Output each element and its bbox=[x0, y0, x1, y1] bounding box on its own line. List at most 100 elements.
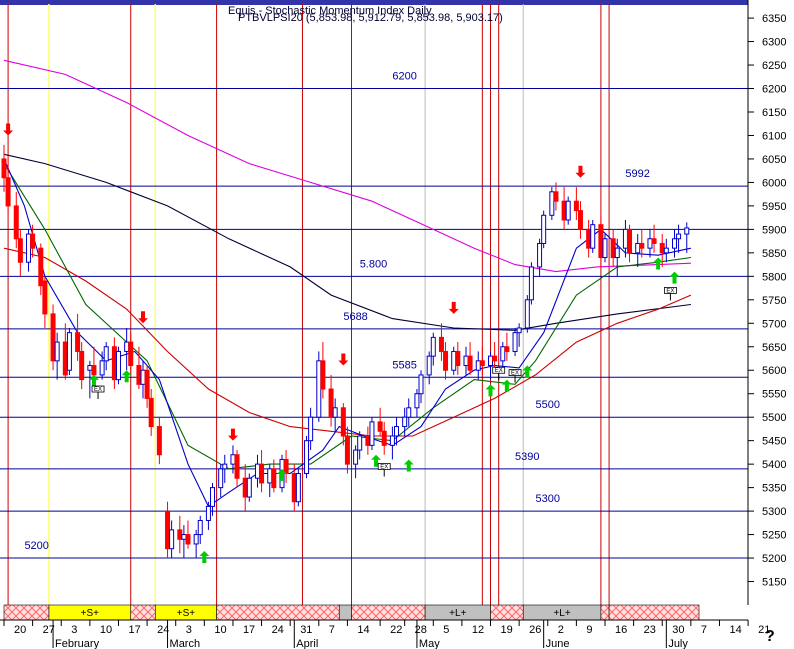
candle-body-94 bbox=[573, 200, 579, 212]
signal-bands: +S+ +S+ +L+ +L+ bbox=[3, 604, 700, 621]
candle-19 bbox=[115, 346, 121, 385]
candle-body-106 bbox=[647, 238, 653, 249]
candle-8 bbox=[50, 304, 56, 371]
month-label-1: March bbox=[170, 638, 201, 649]
signal-band-0 bbox=[3, 604, 50, 621]
candle-body-56 bbox=[340, 407, 346, 437]
candle-11 bbox=[66, 327, 72, 375]
level-label-0: 6200 bbox=[392, 71, 416, 83]
candle-body-76 bbox=[463, 355, 469, 367]
candle-50 bbox=[304, 435, 310, 479]
candle-93 bbox=[565, 196, 571, 225]
candle-90 bbox=[549, 187, 555, 220]
header-line2: PTBVLPSI20 (5,853.98, 5,912.79, 5,853.98… bbox=[238, 12, 503, 24]
candle-49 bbox=[295, 468, 301, 507]
x-tick-label-11: 7 bbox=[329, 624, 335, 636]
candle-86 bbox=[524, 295, 530, 333]
help-mark[interactable]: ? bbox=[765, 628, 775, 645]
candle-body-28 bbox=[169, 529, 175, 550]
level-label-1: 5992 bbox=[625, 168, 649, 180]
x-tick-label-23: 30 bbox=[672, 624, 684, 636]
x-tick-label-19: 2 bbox=[558, 624, 564, 636]
y-tick-label-14: 5850 bbox=[762, 248, 786, 260]
month-label-0: February bbox=[55, 638, 100, 649]
candle-body-77 bbox=[467, 355, 473, 371]
candle-body-100 bbox=[610, 238, 616, 259]
candle-body-84 bbox=[512, 332, 518, 352]
month-label-5: July bbox=[668, 638, 688, 649]
x-tick-label-21: 16 bbox=[615, 624, 627, 636]
candle-body-53 bbox=[320, 360, 326, 390]
candle-body-79 bbox=[479, 360, 485, 367]
candle-body-80 bbox=[488, 355, 494, 367]
candle-body-63 bbox=[381, 430, 387, 446]
candle-body-73 bbox=[443, 350, 449, 371]
candle-body-27 bbox=[165, 510, 171, 550]
x-tick-label-0: 20 bbox=[14, 624, 26, 636]
x-tick-label-12: 14 bbox=[357, 624, 369, 636]
candle-body-103 bbox=[627, 228, 633, 254]
candle-body-55 bbox=[332, 407, 338, 418]
x-tick-label-18: 26 bbox=[529, 624, 541, 636]
candle-body-91 bbox=[553, 191, 559, 202]
x-tick-label-13: 22 bbox=[390, 624, 402, 636]
candle-body-95 bbox=[577, 210, 583, 230]
x-tick-label-17: 19 bbox=[501, 624, 513, 636]
candle-body-57 bbox=[344, 435, 350, 465]
candle-body-85 bbox=[516, 327, 522, 334]
month-label-3: May bbox=[419, 638, 440, 649]
candle-body-86 bbox=[524, 299, 530, 329]
signal-band-4 bbox=[216, 604, 340, 621]
level-label-9: 5200 bbox=[24, 540, 48, 552]
candle-body-112 bbox=[684, 227, 690, 235]
y-tick-label-9: 5600 bbox=[762, 365, 786, 377]
level-label-7: 5390 bbox=[515, 451, 539, 463]
candle-body-8 bbox=[50, 313, 56, 362]
signal-band-10 bbox=[600, 604, 610, 621]
x-tick-label-6: 3 bbox=[186, 624, 192, 636]
y-tick-label-13: 5800 bbox=[762, 271, 786, 283]
x-tick-label-10: 31 bbox=[300, 624, 312, 636]
candle-body-97 bbox=[590, 224, 596, 249]
candle-body-87 bbox=[528, 266, 534, 301]
candle-body-24 bbox=[144, 369, 150, 399]
candle-body-40 bbox=[242, 477, 248, 498]
candle-body-88 bbox=[537, 242, 543, 268]
candle-body-30 bbox=[181, 534, 187, 540]
candle-body-44 bbox=[267, 468, 273, 484]
x-tick-label-9: 24 bbox=[272, 624, 284, 636]
y-tick-label-7: 5500 bbox=[762, 412, 786, 424]
candle-body-109 bbox=[663, 247, 669, 254]
candle-body-37 bbox=[222, 463, 228, 470]
signal-band-8 bbox=[490, 604, 524, 621]
candle-body-9 bbox=[54, 341, 60, 362]
candle-body-70 bbox=[426, 355, 432, 376]
candle-body-34 bbox=[205, 505, 211, 521]
y-tick-label-15: 5900 bbox=[762, 224, 786, 236]
candle-body-4 bbox=[26, 233, 32, 263]
candle-body-90 bbox=[549, 191, 555, 216]
candle-body-60 bbox=[365, 435, 371, 446]
level-label-6: 5500 bbox=[535, 399, 559, 411]
candle-body-18 bbox=[111, 346, 117, 381]
candle-body-15 bbox=[91, 365, 97, 376]
candle-body-12 bbox=[75, 332, 81, 352]
candle-body-19 bbox=[115, 350, 121, 381]
signal-band-2 bbox=[130, 604, 156, 621]
candle-body-110 bbox=[671, 238, 677, 249]
candle-52 bbox=[316, 351, 322, 422]
candle-body-68 bbox=[414, 393, 420, 409]
candle-body-65 bbox=[393, 426, 399, 437]
candle-body-13 bbox=[79, 350, 85, 381]
level-label-5: 5585 bbox=[392, 359, 416, 371]
candle-body-26 bbox=[156, 426, 162, 456]
candle-body-41 bbox=[246, 477, 252, 498]
candle-body-51 bbox=[308, 416, 314, 442]
candle-body-22 bbox=[136, 365, 142, 385]
signal-band-11 bbox=[608, 604, 700, 621]
candle-97 bbox=[590, 219, 596, 253]
y-tick-label-0: 5150 bbox=[762, 577, 786, 589]
candle-body-50 bbox=[304, 440, 310, 475]
candle-body-45 bbox=[271, 468, 277, 489]
y-tick-label-8: 5550 bbox=[762, 389, 786, 401]
